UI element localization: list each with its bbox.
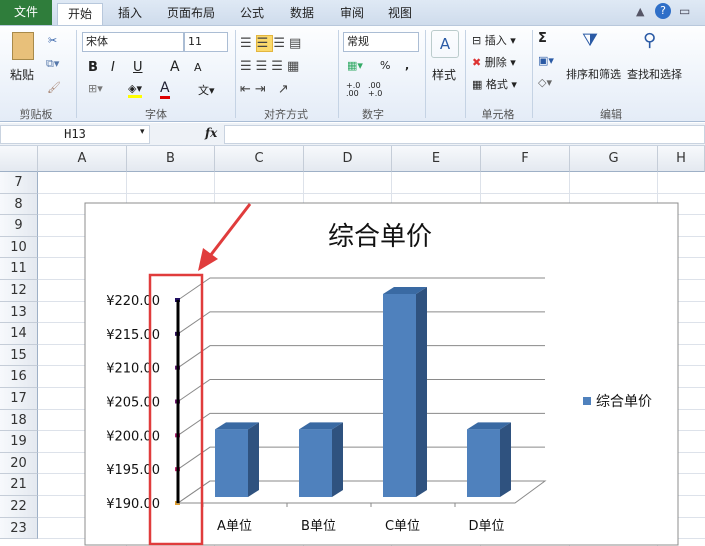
y-tick-label: ¥220.00 [106,294,160,309]
x-tick-label: B单位 [301,519,336,534]
bar [215,429,248,497]
y-tick-label: ¥190.00 [106,497,160,512]
bar [467,429,500,497]
chart[interactable]: 综合单价 ¥190.00 ¥195.00 ¥200.00 ¥205.00 ¥210.00 ¥… [0,0,705,546]
y-tick-label: ¥205.00 [106,396,160,411]
x-tick-label: D单位 [468,519,504,534]
y-tick-label: ¥215.00 [106,328,160,343]
y-tick-label: ¥200.00 [106,429,160,444]
x-tick-label: C单位 [385,519,420,534]
legend-swatch [583,397,591,405]
chart-area [84,202,679,546]
bar-side [332,422,343,497]
y-tick-label: ¥195.00 [106,463,160,478]
bar-side [500,422,511,497]
bar-side [416,287,427,497]
bar [383,294,416,497]
bar [299,429,332,497]
chart-title: 综合单价 [328,222,432,252]
bar-side [248,422,259,497]
x-tick-label: A单位 [217,519,252,534]
y-tick-label: ¥210.00 [106,362,160,377]
legend-label: 综合单价 [596,394,652,410]
